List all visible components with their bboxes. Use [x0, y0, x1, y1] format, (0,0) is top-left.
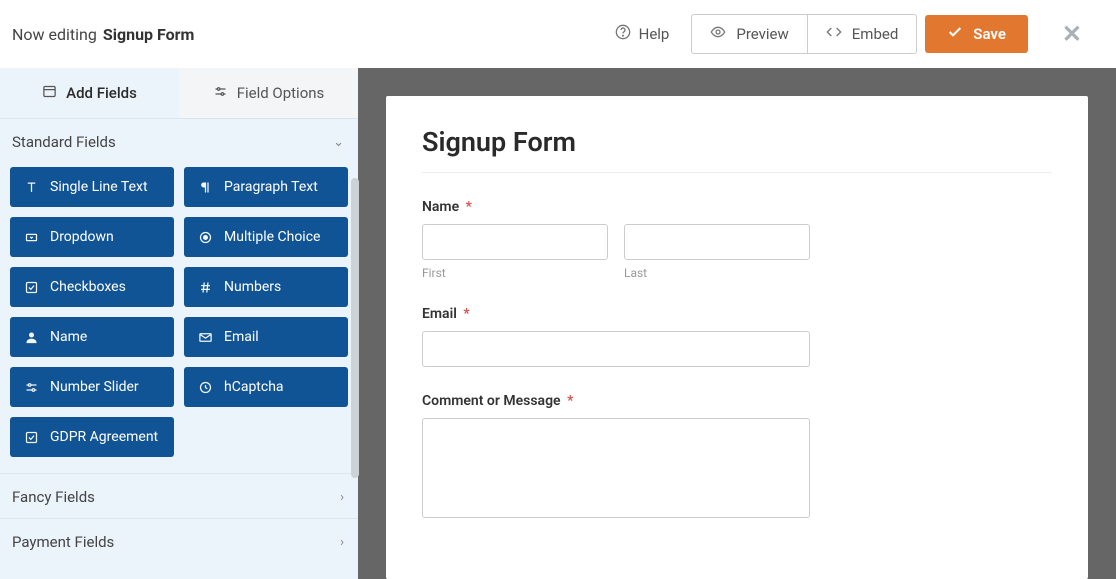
sidebar-tabs: Add Fields Field Options: [0, 68, 358, 118]
dropdown-icon: [23, 230, 39, 245]
comment-textarea[interactable]: [422, 418, 810, 518]
embed-button[interactable]: Embed: [808, 14, 918, 54]
first-name-input[interactable]: [422, 224, 608, 260]
add-fields-icon: [42, 84, 57, 103]
sliders-icon: [213, 84, 228, 103]
field-label: Paragraph Text: [224, 179, 318, 195]
tab-field-options[interactable]: Field Options: [179, 68, 358, 118]
text-icon: [23, 180, 39, 195]
now-editing-label: Now editing: [12, 25, 97, 44]
close-icon: ✕: [1062, 20, 1082, 48]
field-label: Email: [224, 329, 259, 345]
save-label: Save: [973, 25, 1006, 43]
tab-add-fields[interactable]: Add Fields: [0, 68, 179, 118]
name-row: First Last: [422, 224, 1052, 280]
embed-label: Embed: [852, 25, 899, 43]
save-button[interactable]: Save: [925, 15, 1028, 53]
field-label: Number Slider: [50, 379, 139, 395]
sidebar: Add Fields Field Options Standard Fields…: [0, 68, 358, 579]
field-label: hCaptcha: [224, 379, 284, 395]
slider-icon: [23, 380, 39, 395]
paragraph-icon: [197, 180, 213, 195]
last-name-input[interactable]: [624, 224, 810, 260]
close-button[interactable]: ✕: [1050, 20, 1094, 48]
field-label: Name: [50, 329, 87, 345]
preview-label: Preview: [736, 25, 788, 43]
code-icon: [826, 24, 842, 44]
label-text: Comment or Message: [422, 393, 561, 409]
field-name[interactable]: Name: [10, 317, 174, 357]
standard-fields-grid: Single Line Text Paragraph Text Dropdown…: [0, 163, 358, 473]
form-title: Signup Form: [422, 126, 1052, 173]
comment-label: Comment or Message *: [422, 393, 1052, 409]
email-input[interactable]: [422, 331, 810, 367]
last-sublabel: Last: [624, 266, 810, 280]
field-label: Multiple Choice: [224, 229, 320, 245]
form-name-label: Signup Form: [103, 25, 195, 44]
field-email[interactable]: Email: [184, 317, 348, 357]
chevron-right-icon: ›: [340, 490, 344, 505]
form-field-name[interactable]: Name * First Last: [422, 199, 1052, 280]
field-label: Dropdown: [50, 229, 114, 245]
help-icon: [615, 24, 631, 44]
form-preview[interactable]: Signup Form Name * First Last: [386, 96, 1088, 579]
help-label: Help: [639, 25, 670, 43]
gdpr-icon: [23, 430, 39, 445]
field-label: Single Line Text: [50, 179, 148, 195]
radio-icon: [197, 230, 213, 245]
help-button[interactable]: Help: [601, 16, 684, 52]
label-text: Name: [422, 199, 459, 215]
top-bar-actions: Help Preview Embed Save ✕: [601, 14, 1094, 54]
form-field-email[interactable]: Email *: [422, 306, 1052, 367]
required-marker: *: [466, 199, 472, 215]
section-fancy-fields[interactable]: Fancy Fields ›: [0, 473, 358, 518]
editing-title: Now editing Signup Form: [12, 25, 194, 44]
sidebar-scrollbar[interactable]: [351, 178, 359, 478]
email-label: Email *: [422, 306, 1052, 322]
field-label: Numbers: [224, 279, 281, 295]
section-payment-label: Payment Fields: [12, 533, 114, 551]
field-single-line-text[interactable]: Single Line Text: [10, 167, 174, 207]
check-icon: [947, 24, 963, 44]
field-checkboxes[interactable]: Checkboxes: [10, 267, 174, 307]
chevron-down-icon: ⌄: [333, 135, 344, 150]
main-area: Add Fields Field Options Standard Fields…: [0, 68, 1116, 579]
tab-field-options-label: Field Options: [237, 84, 325, 102]
chevron-right-icon: ›: [340, 535, 344, 550]
field-dropdown[interactable]: Dropdown: [10, 217, 174, 257]
field-label: GDPR Agreement: [50, 429, 158, 445]
top-bar: Now editing Signup Form Help Preview Emb…: [0, 0, 1116, 68]
field-hcaptcha[interactable]: hCaptcha: [184, 367, 348, 407]
field-numbers[interactable]: Numbers: [184, 267, 348, 307]
field-gdpr-agreement[interactable]: GDPR Agreement: [10, 417, 174, 457]
required-marker: *: [463, 306, 469, 322]
section-standard-label: Standard Fields: [12, 133, 116, 151]
first-sublabel: First: [422, 266, 608, 280]
name-label: Name *: [422, 199, 1052, 215]
field-paragraph-text[interactable]: Paragraph Text: [184, 167, 348, 207]
field-multiple-choice[interactable]: Multiple Choice: [184, 217, 348, 257]
preview-embed-group: Preview Embed: [691, 14, 917, 54]
hash-icon: [197, 280, 213, 295]
field-label: Checkboxes: [50, 279, 126, 295]
label-text: Email: [422, 306, 457, 322]
preview-button[interactable]: Preview: [691, 14, 807, 54]
checkbox-icon: [23, 280, 39, 295]
envelope-icon: [197, 330, 213, 345]
tab-add-fields-label: Add Fields: [66, 84, 137, 102]
user-icon: [23, 330, 39, 345]
section-payment-fields[interactable]: Payment Fields ›: [0, 518, 358, 563]
required-marker: *: [567, 393, 573, 409]
form-canvas: Signup Form Name * First Last: [358, 68, 1116, 579]
section-standard-fields[interactable]: Standard Fields ⌄: [0, 118, 358, 163]
form-field-comment[interactable]: Comment or Message *: [422, 393, 1052, 522]
section-fancy-label: Fancy Fields: [12, 488, 95, 506]
field-number-slider[interactable]: Number Slider: [10, 367, 174, 407]
eye-icon: [710, 24, 726, 44]
captcha-icon: [197, 380, 213, 395]
